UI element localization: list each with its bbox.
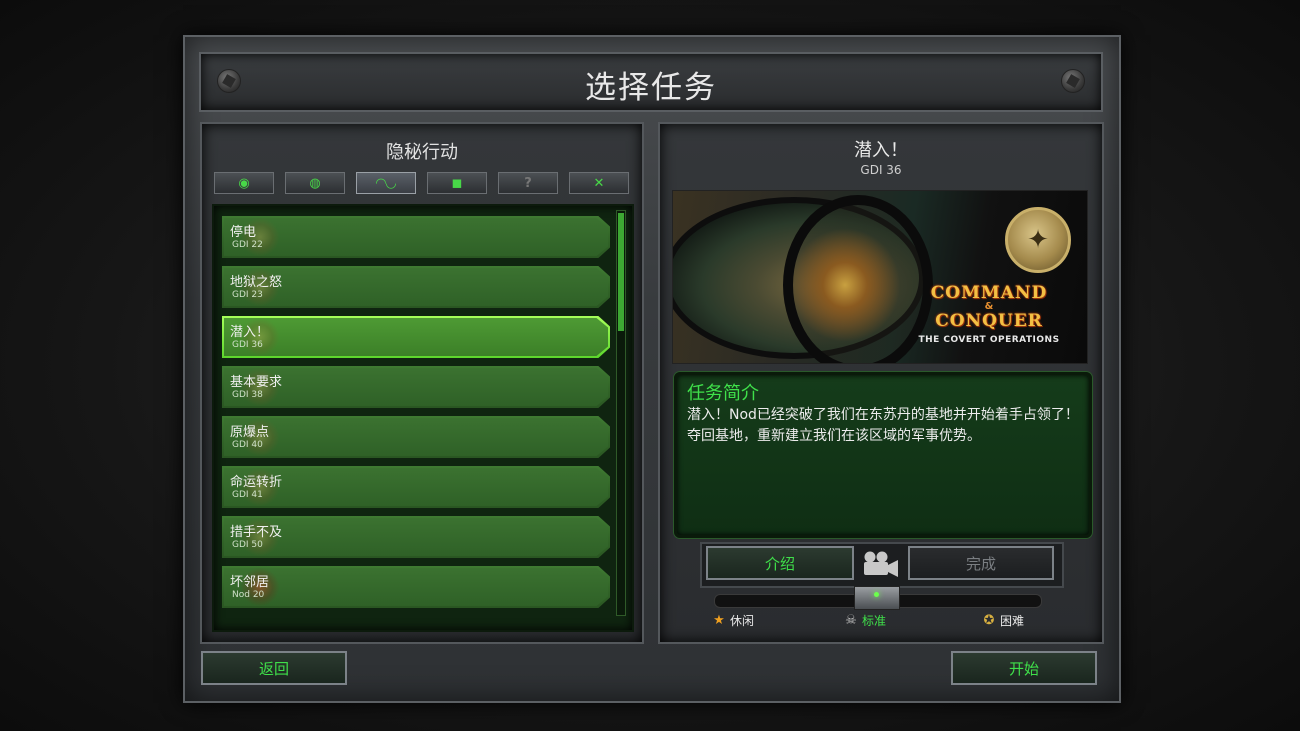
title-bar: 选择任务 bbox=[199, 52, 1103, 112]
emblem-icon: ✪ bbox=[983, 613, 995, 628]
covert-goggles-icon: ◠◡ bbox=[376, 175, 396, 191]
mission-name: 命运转折 bbox=[230, 475, 283, 490]
mission-code: Nod 20 bbox=[232, 590, 265, 600]
gdi-eagle-icon: ◉ bbox=[238, 175, 250, 191]
logo-line-2: & bbox=[984, 301, 994, 312]
logo-subtitle: THE COVERT OPERATIONS bbox=[918, 335, 1060, 345]
selected-mission-code: GDI 36 bbox=[860, 163, 902, 177]
mission-list-panel: 隐秘行动 ◉ ◍ ◠◡ ◼ ? ✕ 停电 GDI 22 地狱之怒 GDI 23 … bbox=[200, 122, 644, 644]
mission-detail-panel: 潜入！ GDI 36 ✦ COMMAND & CONQUER THE COVER… bbox=[658, 122, 1104, 644]
mission-list-scrollbar[interactable] bbox=[616, 210, 626, 616]
mission-code: GDI 38 bbox=[232, 390, 263, 400]
movie-camera-icon bbox=[864, 551, 898, 577]
tab-unknown[interactable]: ? bbox=[498, 172, 558, 194]
unknown-icon: ? bbox=[524, 175, 532, 191]
mission-name: 地狱之怒 bbox=[230, 275, 283, 290]
mission-code: GDI 22 bbox=[232, 240, 263, 250]
difficulty-casual[interactable]: ★ 休闲 bbox=[712, 612, 754, 629]
mission-item-1[interactable]: 地狱之怒 GDI 23 bbox=[222, 266, 610, 308]
mission-code: GDI 36 bbox=[232, 340, 263, 350]
mission-name: 停电 bbox=[230, 225, 257, 240]
difficulty-hard[interactable]: ✪ 困难 bbox=[982, 612, 1024, 629]
gdi-eagle-icon: ✦ bbox=[1005, 207, 1071, 273]
difficulty-label: 休闲 bbox=[730, 614, 755, 628]
mission-code: GDI 40 bbox=[232, 440, 263, 450]
tab-covert-ops[interactable]: ◠◡ bbox=[356, 172, 416, 194]
tab-gamepad[interactable]: ◼ bbox=[427, 172, 487, 194]
complete-button[interactable]: 完成 bbox=[908, 546, 1054, 580]
mission-list: 停电 GDI 22 地狱之怒 GDI 23 潜入！ GDI 36 基本要求 GD… bbox=[212, 204, 634, 632]
mission-item-0[interactable]: 停电 GDI 22 bbox=[222, 216, 610, 258]
mission-code: GDI 50 bbox=[232, 540, 263, 550]
mission-item-6[interactable]: 措手不及 GDI 50 bbox=[222, 516, 610, 558]
start-button[interactable]: 开始 bbox=[951, 651, 1097, 685]
mission-preview-image: ✦ COMMAND & CONQUER THE COVERT OPERATION… bbox=[672, 190, 1088, 364]
mission-code: GDI 23 bbox=[232, 290, 263, 300]
logo-line-1: COMMAND bbox=[930, 283, 1048, 303]
difficulty-slider-knob[interactable] bbox=[854, 586, 900, 610]
difficulty-normal[interactable]: ☠ 标准 bbox=[844, 612, 886, 629]
briefing-controls: 介绍 完成 bbox=[700, 542, 1064, 588]
selected-mission-title: 潜入！ bbox=[854, 140, 908, 161]
intro-button[interactable]: 介绍 bbox=[706, 546, 854, 580]
mission-name: 坏邻居 bbox=[230, 575, 270, 590]
mission-name: 基本要求 bbox=[230, 375, 283, 390]
scrollbar-thumb[interactable] bbox=[618, 213, 624, 331]
skull-icon: ☠ bbox=[845, 613, 857, 628]
tab-tools[interactable]: ✕ bbox=[569, 172, 629, 194]
mission-item-7[interactable]: 坏邻居 Nod 20 bbox=[222, 566, 610, 608]
tools-icon: ✕ bbox=[593, 175, 605, 191]
back-button[interactable]: 返回 bbox=[201, 651, 347, 685]
briefing-text: 潜入！Nod已经突破了我们在东苏丹的基地并开始着手占领了！夺回基地，重新建立我们… bbox=[687, 407, 1079, 444]
mission-item-2[interactable]: 潜入！ GDI 36 bbox=[222, 316, 610, 358]
mission-name: 潜入！ bbox=[230, 325, 270, 340]
difficulty-label: 困难 bbox=[1000, 614, 1025, 628]
difficulty-label: 标准 bbox=[862, 614, 887, 628]
mission-item-4[interactable]: 原爆点 GDI 40 bbox=[222, 416, 610, 458]
page-title: 选择任务 bbox=[585, 70, 717, 106]
mission-name: 原爆点 bbox=[230, 425, 270, 440]
tab-gdi[interactable]: ◉ bbox=[214, 172, 274, 194]
nod-scorpion-icon: ◍ bbox=[309, 175, 321, 191]
bolt-icon bbox=[1061, 69, 1085, 93]
briefing-box: 任务简介 潜入！Nod已经突破了我们在东苏丹的基地并开始着手占领了！夺回基地，重… bbox=[674, 372, 1092, 538]
mission-code: GDI 41 bbox=[232, 490, 263, 500]
game-logo: COMMAND & CONQUER THE COVERT OPERATIONS bbox=[907, 283, 1071, 345]
briefing-heading: 任务简介 bbox=[687, 383, 759, 404]
gamepad-icon: ◼ bbox=[451, 175, 463, 191]
star-icon: ★ bbox=[713, 613, 725, 628]
mission-name: 措手不及 bbox=[230, 525, 283, 540]
mission-item-3[interactable]: 基本要求 GDI 38 bbox=[222, 366, 610, 408]
mission-item-5[interactable]: 命运转折 GDI 41 bbox=[222, 466, 610, 508]
logo-line-3: CONQUER bbox=[935, 311, 1043, 331]
category-tabs: ◉ ◍ ◠◡ ◼ ? ✕ bbox=[214, 172, 630, 196]
campaign-title: 隐秘行动 bbox=[386, 142, 458, 163]
tab-nod[interactable]: ◍ bbox=[285, 172, 345, 194]
